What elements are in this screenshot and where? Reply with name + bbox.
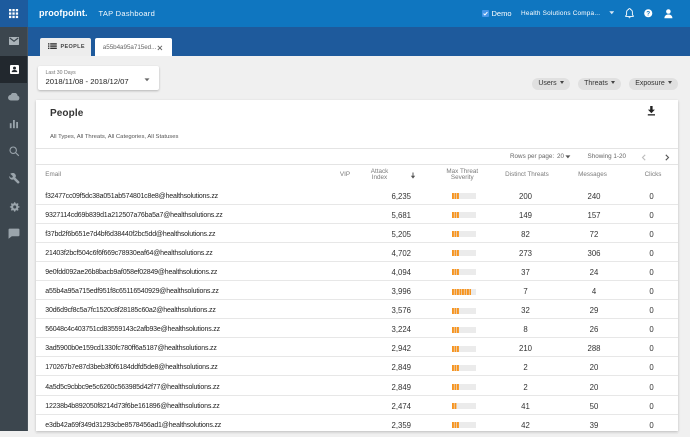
svg-text:?: ? bbox=[647, 10, 651, 17]
